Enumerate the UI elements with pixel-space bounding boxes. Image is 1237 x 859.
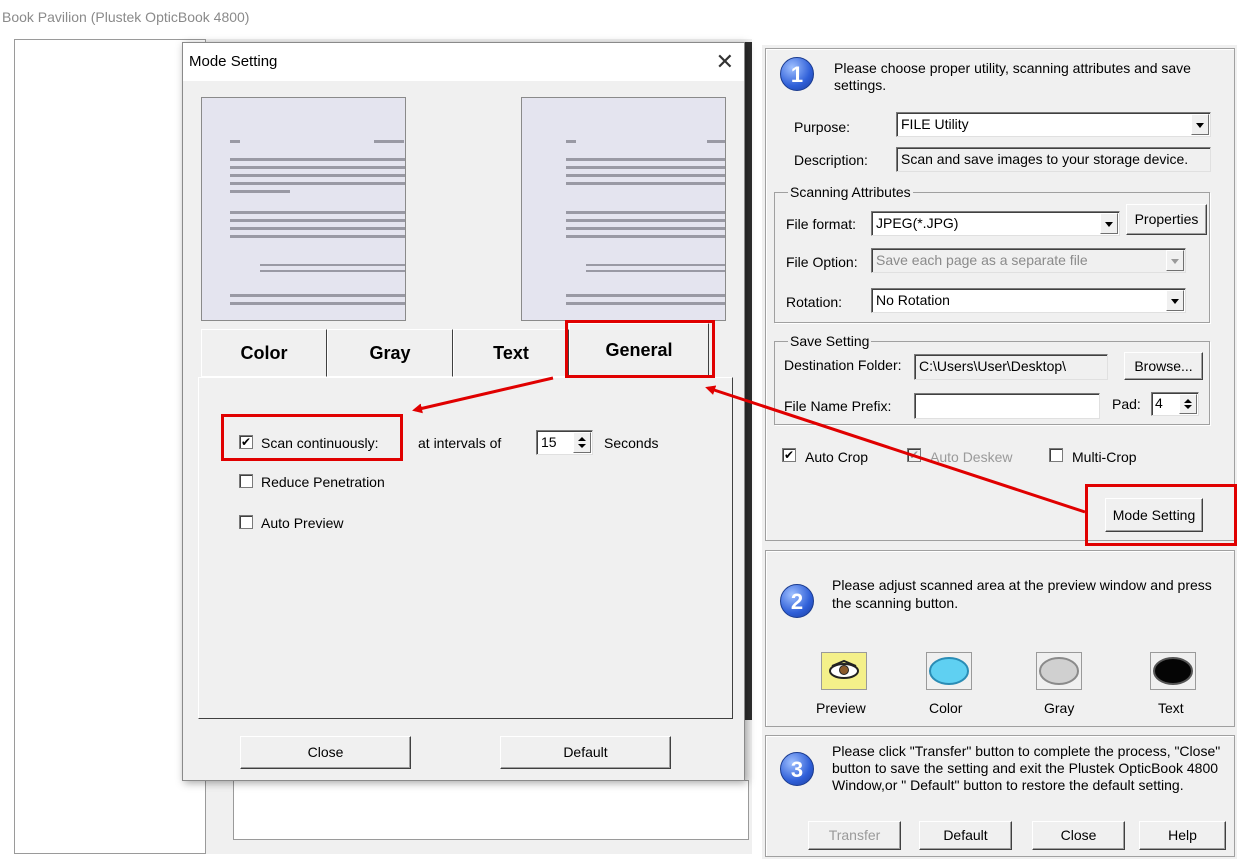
annotation-arrows [412, 376, 1086, 514]
arrow-to-scan-continuously [412, 376, 554, 414]
arrow-to-general-tab [705, 385, 1086, 514]
